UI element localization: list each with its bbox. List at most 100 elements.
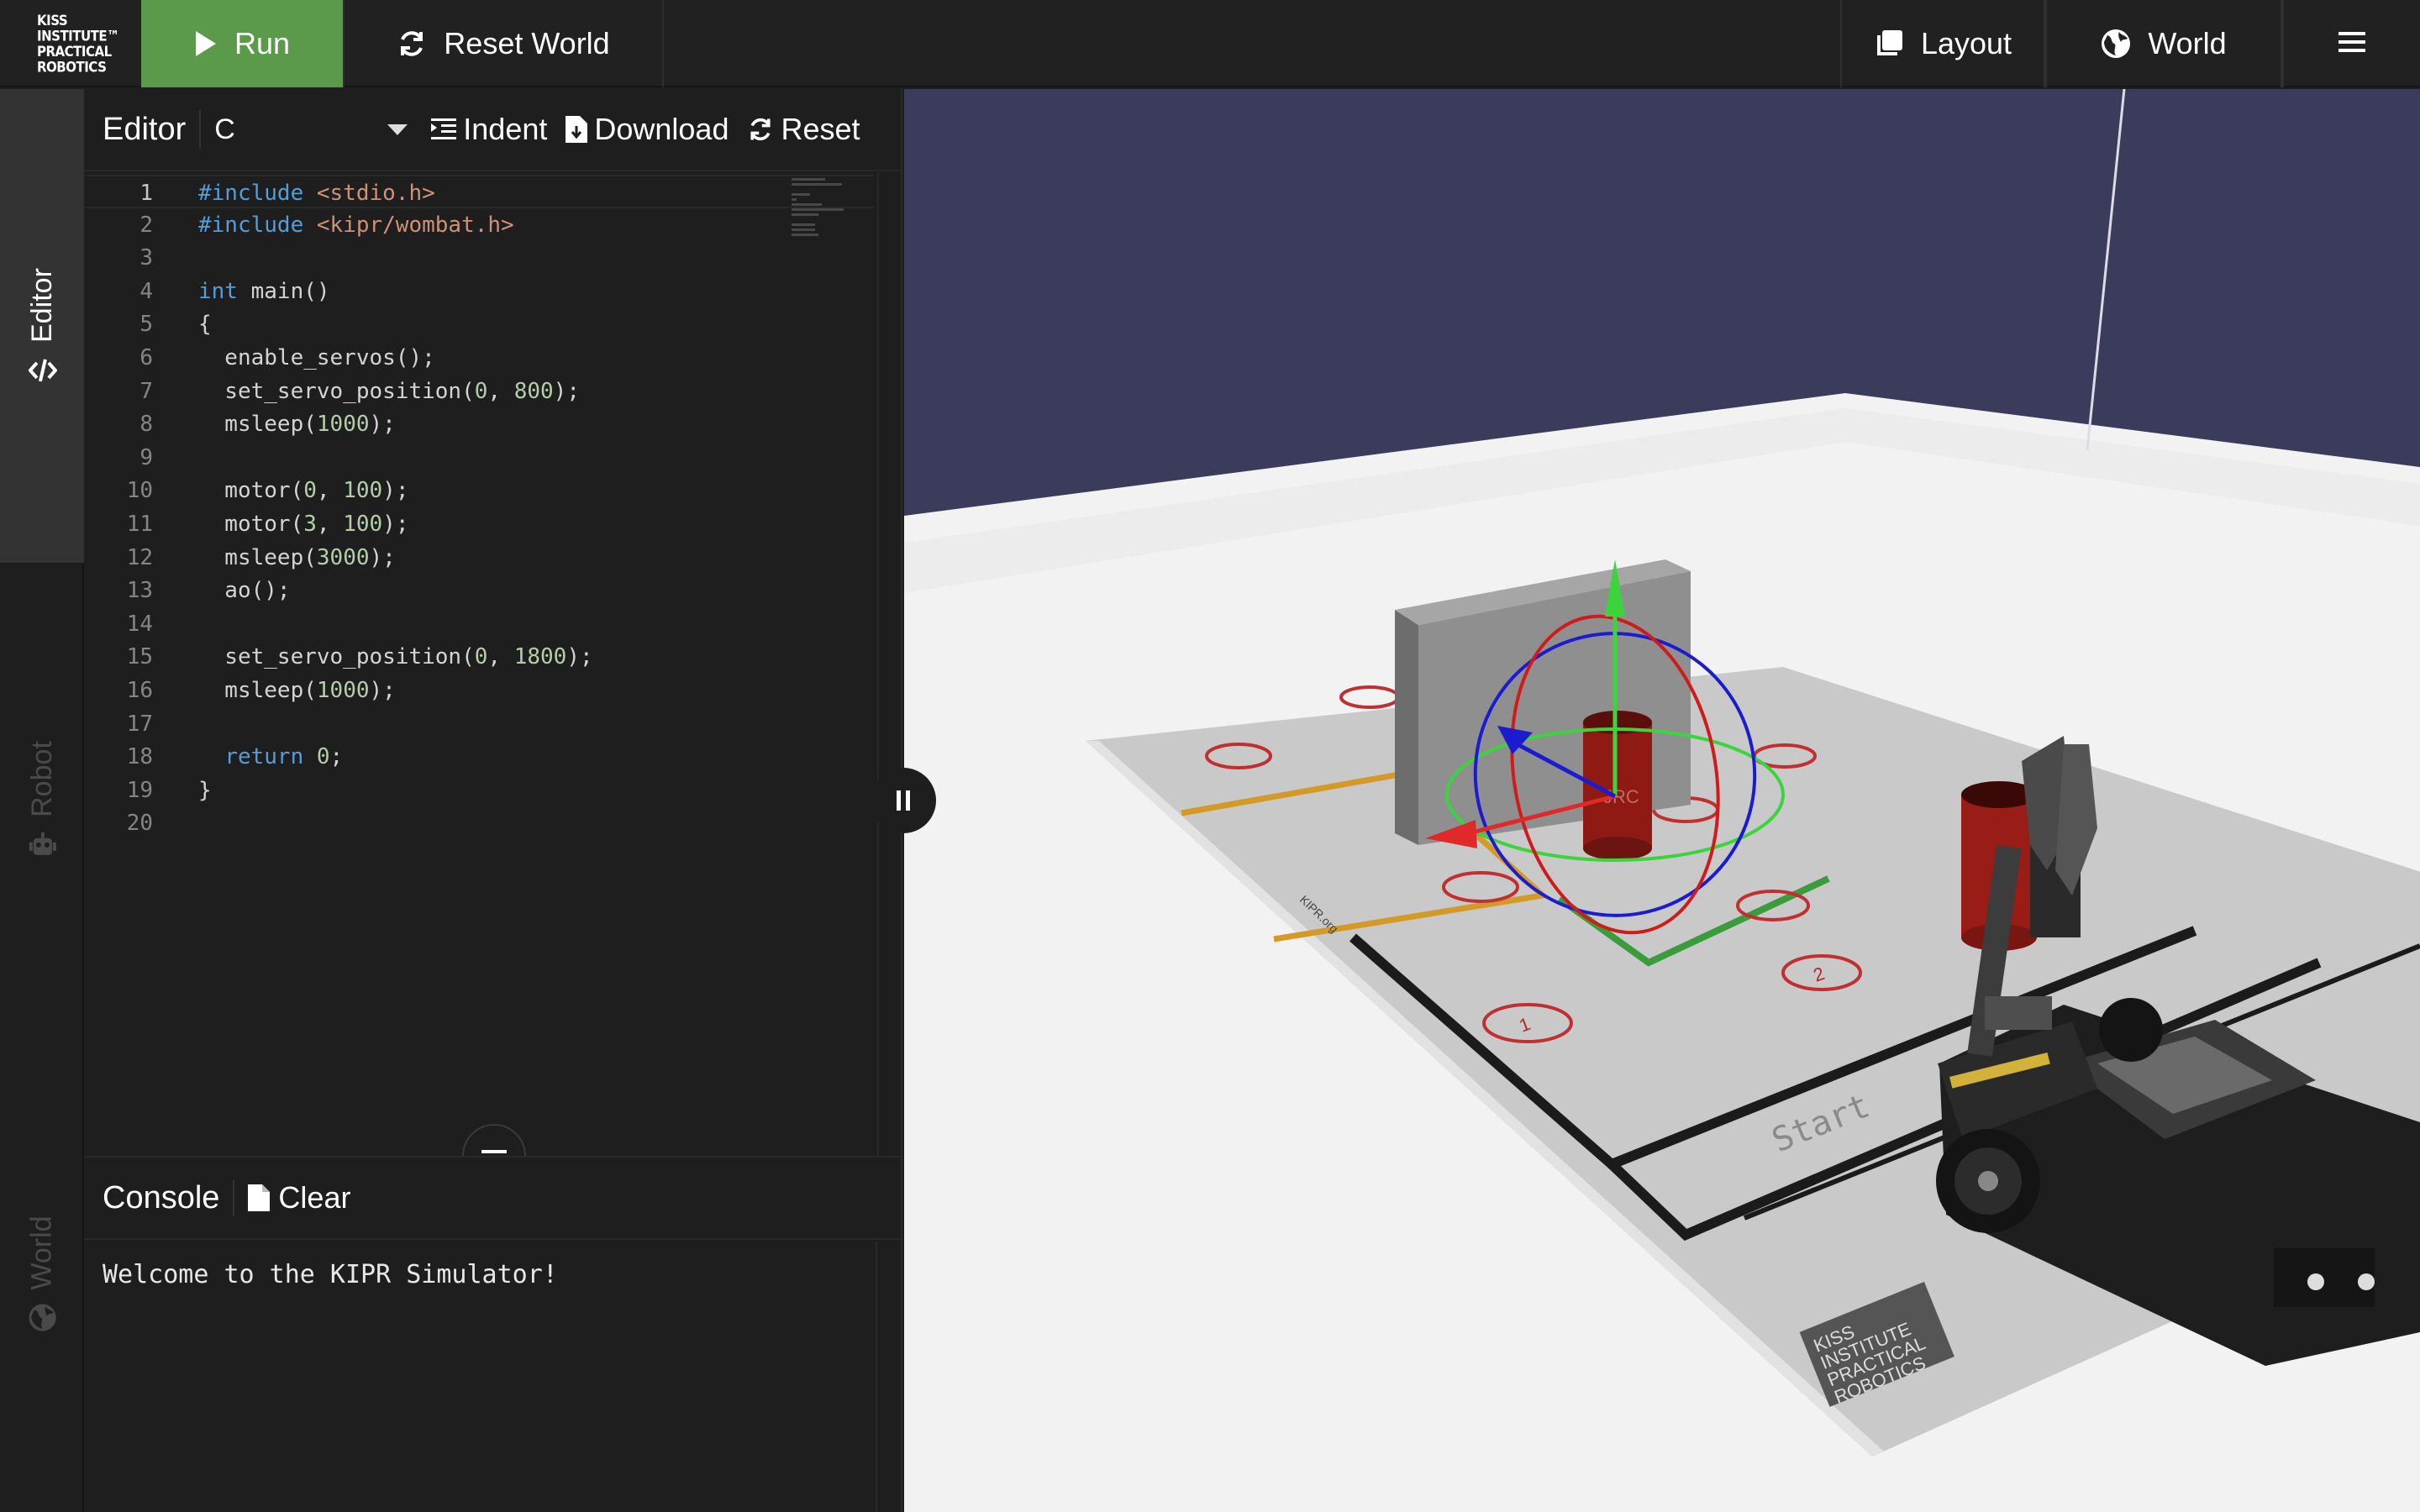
logo-line: ROBOTICS (37, 58, 107, 76)
refresh-icon (397, 29, 427, 59)
code-line[interactable]: 4 int main() (84, 275, 874, 308)
console-scrollbar[interactable] (876, 1242, 877, 1512)
line-number: 6 (139, 345, 153, 370)
rail-editor-label: Editor (25, 267, 58, 343)
line-number: 7 (139, 378, 153, 404)
run-button[interactable]: Run (141, 0, 345, 87)
line-code: } (198, 774, 212, 807)
code-token: 0 (474, 378, 488, 404)
code-line[interactable]: 13 ao(); (84, 574, 874, 607)
line-code: set_servo_position(0, 1800); (198, 640, 593, 674)
console-header: Console Clear (84, 1158, 901, 1240)
line-number: 3 (139, 245, 153, 271)
indent-button[interactable]: Indent (431, 112, 547, 147)
line-number: 13 (126, 578, 153, 604)
code-token: ); (553, 378, 580, 404)
code-line[interactable]: 1 #include <stdio.h> (84, 175, 874, 208)
code-token: return (224, 744, 304, 770)
line-number: 4 (139, 278, 153, 304)
code-token: , (487, 378, 514, 404)
indent-icon (431, 117, 457, 142)
light-line (2086, 89, 2126, 451)
line-code: #include <kipr/wombat.h> (198, 208, 514, 242)
code-line[interactable]: 16 msleep(1000); (84, 674, 874, 707)
code-editor[interactable]: 1 #include <stdio.h> 2 #include <kipr/womba… (84, 173, 901, 1156)
code-token: , (316, 478, 344, 504)
code-line[interactable]: 5{ (84, 307, 874, 341)
rail-tab-world[interactable]: World (0, 1037, 84, 1510)
pause-button[interactable] (871, 768, 936, 833)
line-number: 20 (126, 811, 153, 837)
simulator-viewport[interactable]: 1 2 Start KIPR.org KISS INSTITUTE PRACTI… (904, 89, 2420, 1512)
line-number: 18 (126, 744, 153, 770)
code-line[interactable]: 3 (84, 241, 874, 275)
code-line[interactable]: 15 set_servo_position(0, 1800); (84, 640, 874, 674)
download-button[interactable]: Download (566, 112, 729, 147)
code-token: { (198, 312, 212, 338)
file-icon (248, 1184, 271, 1211)
code-token: int (198, 278, 238, 304)
code-line[interactable]: 20 (84, 806, 874, 840)
menu-button[interactable] (2282, 0, 2420, 87)
line-number: 11 (126, 512, 153, 537)
code-minimap[interactable] (792, 178, 876, 254)
line-number: 5 (139, 312, 153, 338)
code-token: ); (566, 644, 593, 670)
layout-button[interactable]: Layout (1840, 0, 2045, 87)
code-line[interactable]: 18 return 0; (84, 740, 874, 774)
world-label: World (2148, 26, 2227, 60)
line-number: 19 (126, 777, 153, 803)
code-token: enable_servos(); (198, 345, 435, 370)
globe-icon (28, 1303, 56, 1331)
line-code: msleep(1000); (198, 407, 396, 441)
line-code: #include <stdio.h> (198, 176, 435, 210)
code-token: } (198, 777, 212, 803)
code-token: 100 (343, 512, 383, 537)
code-token: set_servo_position( (198, 644, 475, 670)
line-number: 17 (126, 711, 153, 737)
robot-icon (28, 830, 56, 858)
code-token: , (487, 644, 514, 670)
clear-button[interactable]: Clear (248, 1180, 350, 1215)
code-line[interactable]: 14 (84, 607, 874, 641)
code-line[interactable]: 11 motor(3, 100); (84, 507, 874, 541)
world-button[interactable]: World (2045, 0, 2282, 87)
code-token: 0 (316, 744, 330, 770)
rail-tab-editor[interactable]: Editor (0, 89, 84, 563)
rail-world-label: World (25, 1215, 58, 1290)
language-select[interactable]: C (199, 110, 413, 149)
code-line[interactable]: 10 motor(0, 100); (84, 474, 874, 507)
code-token: main() (237, 278, 330, 304)
scene-3d[interactable]: 1 2 Start KIPR.org KISS INSTITUTE PRACTI… (904, 89, 2420, 1512)
line-number: 2 (139, 212, 153, 238)
code-token: 3000 (316, 544, 370, 570)
code-line[interactable]: 17 (84, 707, 874, 741)
language-value: C (214, 113, 235, 145)
code-token: ao(); (198, 578, 291, 604)
editor-title: Editor (103, 111, 187, 147)
code-line[interactable]: 8 msleep(1000); (84, 407, 874, 441)
code-line[interactable]: 9 (84, 441, 874, 475)
play-icon (194, 30, 218, 57)
globe-icon (2101, 29, 2131, 59)
code-line[interactable]: 7 set_servo_position(0, 800); (84, 375, 874, 408)
code-token: 3 (303, 512, 317, 537)
code-line[interactable]: 6 enable_servos(); (84, 341, 874, 375)
reset-world-label: Reset World (444, 26, 610, 60)
code-line[interactable]: 19} (84, 774, 874, 807)
code-scrollbar[interactable] (877, 173, 879, 1156)
reset-world-button[interactable]: Reset World (345, 0, 664, 87)
line-number: 15 (126, 644, 153, 670)
reset-code-button[interactable]: Reset (747, 112, 860, 147)
code-line[interactable]: 2 #include <kipr/wombat.h> (84, 208, 874, 242)
top-toolbar: KISS INSTITUTE™ PRACTICAL ROBOTICS Run R… (0, 0, 2420, 87)
code-line[interactable]: 12 msleep(3000); (84, 541, 874, 575)
code-token: ); (369, 412, 396, 438)
code-token: msleep( (198, 544, 317, 570)
layout-label: Layout (1920, 26, 2012, 60)
rail-tab-robot[interactable]: Robot (0, 563, 84, 1037)
line-code: { (198, 307, 212, 341)
code-token: ); (369, 678, 396, 703)
